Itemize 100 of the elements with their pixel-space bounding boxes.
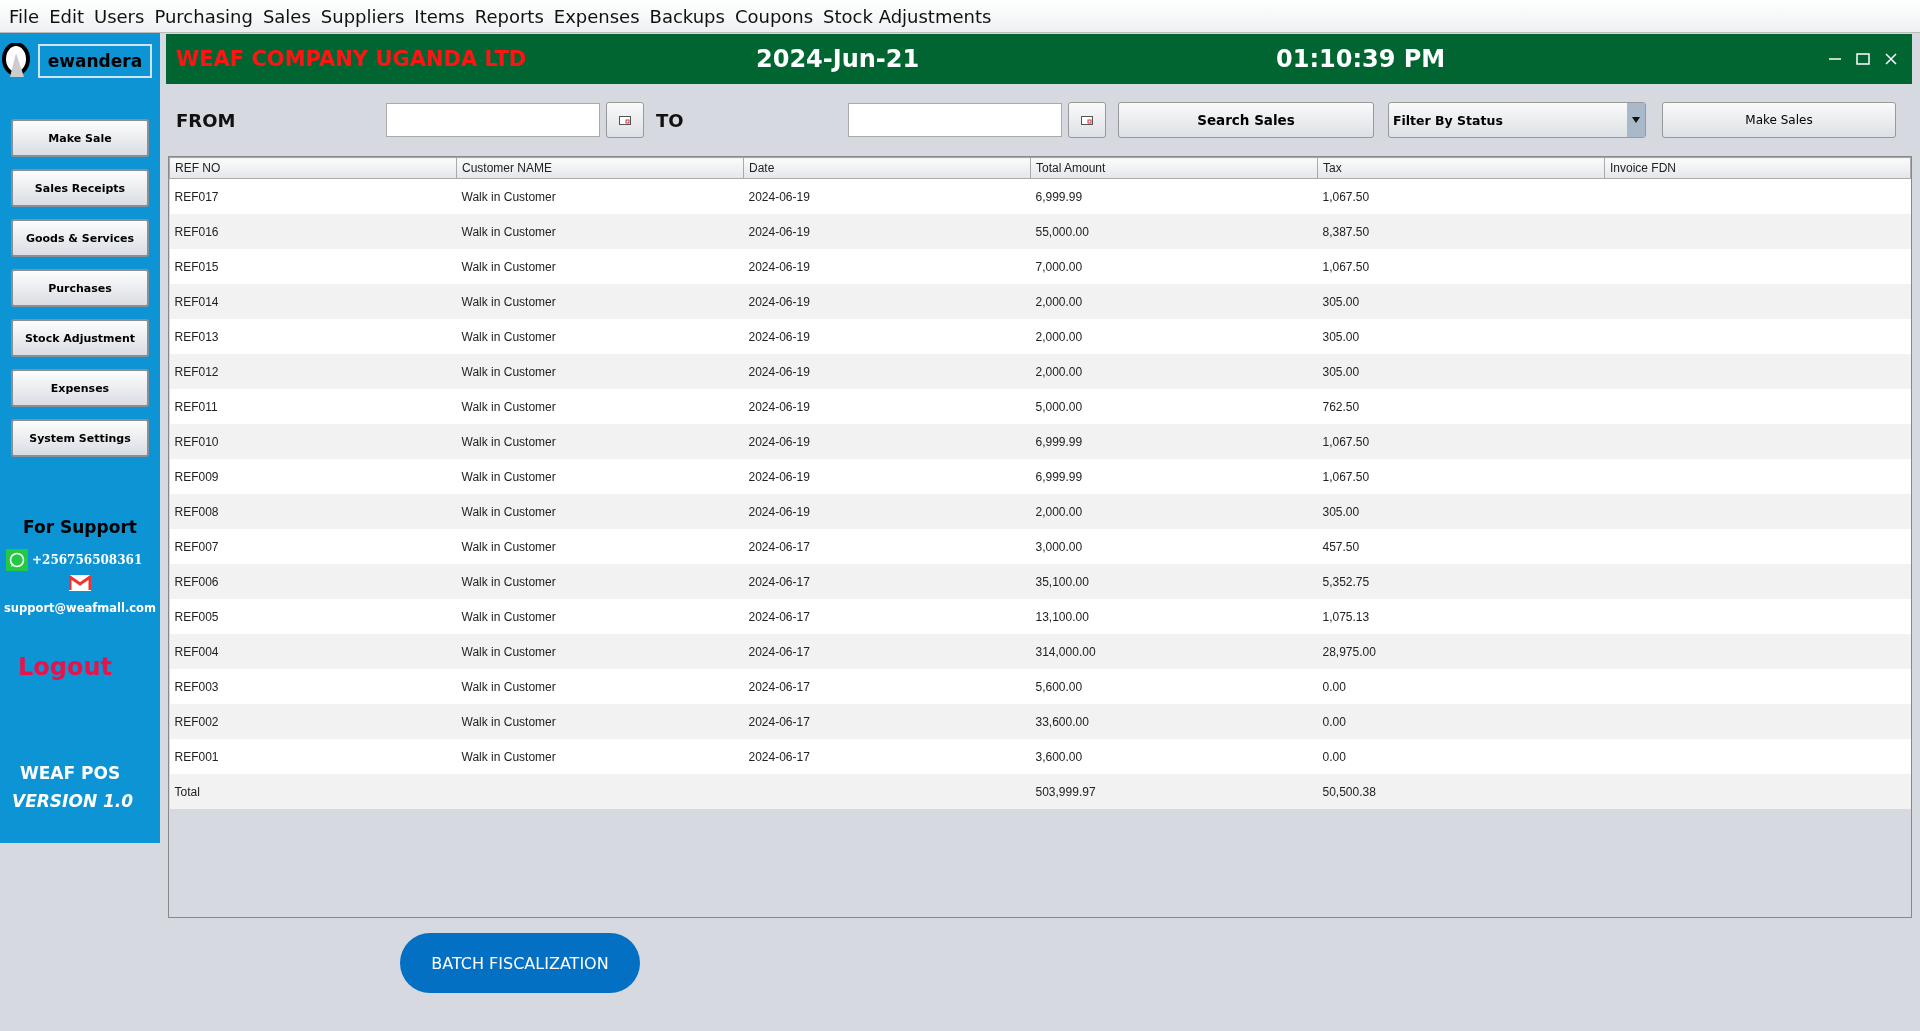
- dropdown-arrow-icon[interactable]: [1632, 117, 1640, 123]
- table-cell: Walk in Customer: [461, 679, 556, 694]
- table-cell: Walk in Customer: [461, 189, 556, 204]
- mail-icon: [69, 575, 91, 591]
- search-sales-button[interactable]: Search Sales: [1118, 102, 1374, 138]
- menu-item[interactable]: Items: [409, 5, 470, 27]
- table-cell: Walk in Customer: [461, 329, 556, 344]
- table-cell: 6,999.99: [1035, 189, 1083, 204]
- user-avatar-icon: [2, 43, 30, 79]
- menu-item[interactable]: Backups: [644, 5, 730, 27]
- calendar-icon: [619, 115, 631, 125]
- column-header[interactable]: REF NO: [169, 157, 457, 179]
- from-label: FROM: [176, 109, 237, 131]
- table-cell: 5,352.75: [1322, 574, 1370, 589]
- table-cell: 2024-06-19: [748, 434, 810, 449]
- column-header[interactable]: Customer NAME: [456, 157, 744, 179]
- table-cell: 2024-06-19: [748, 399, 810, 414]
- table-cell: 2024-06-17: [748, 609, 810, 624]
- column-header[interactable]: Tax: [1317, 157, 1605, 179]
- table-cell: 305.00: [1322, 294, 1360, 309]
- table-cell: REF010: [174, 434, 219, 449]
- sidebar-button[interactable]: System Settings: [11, 419, 149, 457]
- menu-item[interactable]: Stock Adjustments: [818, 5, 997, 27]
- to-date-field[interactable]: [848, 103, 1062, 137]
- table-cell: 2024-06-17: [748, 574, 810, 589]
- from-date-field[interactable]: [386, 103, 600, 137]
- table-cell: REF008: [174, 504, 219, 519]
- sidebar-button[interactable]: Make Sale: [11, 119, 149, 157]
- batch-fiscalization-button[interactable]: BATCH FISCALIZATION: [400, 933, 640, 993]
- sidebar-button[interactable]: Purchases: [11, 269, 149, 307]
- table-cell: 457.50: [1322, 539, 1360, 554]
- table-cell: 1,075.13: [1322, 609, 1370, 624]
- table-cell: REF009: [174, 469, 219, 484]
- table-cell: 0.00: [1322, 714, 1346, 729]
- table-cell: REF012: [174, 364, 219, 379]
- menu-item[interactable]: Reports: [469, 5, 549, 27]
- menu-item[interactable]: Sales: [257, 5, 316, 27]
- table-cell: Walk in Customer: [461, 749, 556, 764]
- column-header[interactable]: Total Amount: [1030, 157, 1318, 179]
- version-label: VERSION 1.0: [12, 791, 134, 811]
- menu-item[interactable]: Users: [89, 5, 150, 27]
- table-cell: 7,000.00: [1035, 259, 1083, 274]
- table-cell: 1,067.50: [1322, 259, 1370, 274]
- table-cell: 2024-06-17: [748, 679, 810, 694]
- table-cell: 305.00: [1322, 364, 1360, 379]
- table-cell: REF017: [174, 189, 219, 204]
- status-filter-dropdown[interactable]: Filter By Status: [1388, 102, 1646, 138]
- date-picker-button[interactable]: [606, 102, 644, 138]
- table-cell: 50,500.38: [1322, 784, 1376, 799]
- table-cell: 1,067.50: [1322, 434, 1370, 449]
- sidebar-button[interactable]: Sales Receipts: [11, 169, 149, 207]
- menu-item[interactable]: Edit: [44, 5, 89, 27]
- table-cell: 3,000.00: [1035, 539, 1083, 554]
- sidebar-button[interactable]: Expenses: [11, 369, 149, 407]
- menu-item[interactable]: Suppliers: [315, 5, 410, 27]
- table-cell: 6,999.99: [1035, 469, 1083, 484]
- table-cell: 2,000.00: [1035, 504, 1083, 519]
- table-cell: Walk in Customer: [461, 259, 556, 274]
- table-cell: Walk in Customer: [461, 574, 556, 589]
- table-cell: 2,000.00: [1035, 294, 1083, 309]
- date-picker-button[interactable]: [1068, 102, 1106, 138]
- sidebar-button[interactable]: Goods & Services: [11, 219, 149, 257]
- date-label: 2024-Jun-21: [756, 45, 921, 73]
- table-cell: 314,000.00: [1035, 644, 1096, 659]
- table-cell: 3,600.00: [1035, 749, 1083, 764]
- table-cell: 5,600.00: [1035, 679, 1083, 694]
- menu-item[interactable]: Purchasing: [149, 5, 258, 27]
- company-name: WEAF COMPANY UGANDA LTD: [175, 47, 528, 71]
- table-cell: REF011: [174, 399, 218, 414]
- table-cell: 2024-06-19: [748, 294, 810, 309]
- table-cell: REF014: [174, 294, 219, 309]
- column-header[interactable]: Date: [743, 157, 1031, 179]
- table-cell: Walk in Customer: [461, 609, 556, 624]
- table-cell: REF003: [174, 679, 219, 694]
- table-cell: 5,000.00: [1035, 399, 1083, 414]
- menu-item[interactable]: Coupons: [729, 5, 819, 27]
- table-cell: 2024-06-19: [748, 364, 810, 379]
- table-cell: 2024-06-17: [748, 714, 810, 729]
- to-label: TO: [656, 109, 685, 131]
- table-cell: 8,387.50: [1322, 224, 1370, 239]
- menu-item[interactable]: File: [4, 5, 45, 27]
- column-header[interactable]: Invoice FDN: [1604, 157, 1911, 179]
- table-cell: 305.00: [1322, 504, 1360, 519]
- make-sales-button[interactable]: Make Sales: [1662, 102, 1896, 138]
- table-cell: 2024-06-19: [748, 469, 810, 484]
- table-cell: Walk in Customer: [461, 399, 556, 414]
- menu-item[interactable]: Expenses: [548, 5, 645, 27]
- table-cell: 2,000.00: [1035, 329, 1083, 344]
- table-cell: 35,100.00: [1035, 574, 1089, 589]
- table-cell: Walk in Customer: [461, 504, 556, 519]
- whatsapp-icon: [6, 549, 28, 571]
- table-cell: 2024-06-19: [748, 224, 810, 239]
- table-cell: 1,067.50: [1322, 469, 1370, 484]
- table-cell: Walk in Customer: [461, 224, 556, 239]
- table-cell: 28,975.00: [1322, 644, 1376, 659]
- maximize-icon[interactable]: [1856, 52, 1870, 66]
- sidebar-button[interactable]: Stock Adjustment: [11, 319, 149, 357]
- table-cell: Walk in Customer: [461, 469, 556, 484]
- table-cell: 2,000.00: [1035, 364, 1083, 379]
- close-icon[interactable]: [1884, 52, 1898, 66]
